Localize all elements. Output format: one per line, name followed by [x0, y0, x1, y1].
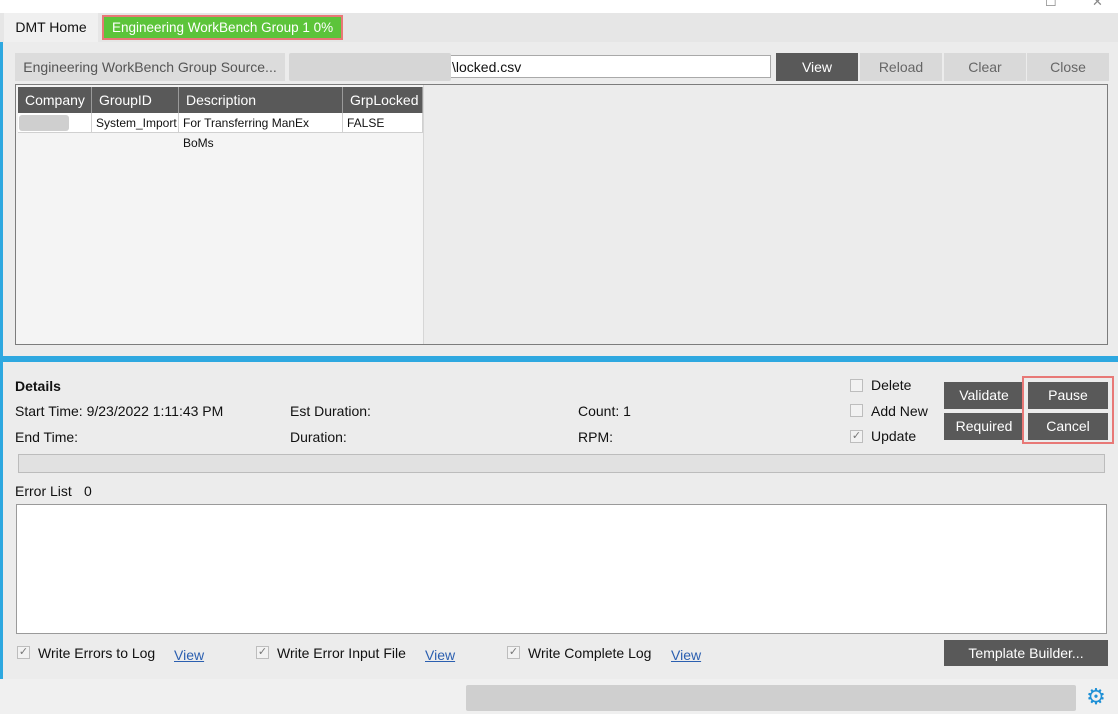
- status-redacted: [466, 685, 1076, 711]
- error-count: 0: [84, 483, 92, 499]
- highlight-box: [1022, 376, 1114, 444]
- write-error-input-checkbox[interactable]: ✓: [256, 646, 269, 659]
- add-new-checkbox[interactable]: [850, 404, 863, 417]
- write-error-input-label: Write Error Input File: [277, 645, 406, 661]
- start-time: Start Time: 9/23/2022 1:11:43 PM: [15, 403, 224, 419]
- rpm: RPM:: [578, 429, 613, 445]
- required-button[interactable]: Required: [944, 413, 1024, 440]
- count: Count: 1: [578, 403, 631, 419]
- company-redacted: [19, 115, 69, 131]
- delete-checkbox[interactable]: [850, 379, 863, 392]
- source-select-button[interactable]: Engineering WorkBench Group Source...: [15, 53, 285, 81]
- title-bar: ☐ ✕: [0, 0, 1118, 13]
- duration: Duration:: [290, 429, 347, 445]
- column-header-grplocked[interactable]: GrpLocked: [343, 87, 423, 113]
- add-new-label: Add New: [871, 403, 928, 419]
- table-cell-description[interactable]: For Transferring ManEx BoMs: [179, 113, 343, 150]
- clear-button[interactable]: Clear: [944, 53, 1026, 81]
- close-icon[interactable]: ✕: [1092, 0, 1103, 10]
- reload-button[interactable]: Reload: [860, 53, 942, 81]
- data-grid-frame: Company GroupID Description GrpLocked Sy…: [15, 84, 1108, 345]
- table-cell-groupid[interactable]: System_Import: [92, 113, 179, 133]
- maximize-icon[interactable]: ☐: [1045, 0, 1057, 10]
- write-error-input-view-link[interactable]: View: [425, 647, 455, 663]
- est-duration: Est Duration:: [290, 403, 371, 419]
- write-complete-view-link[interactable]: View: [671, 647, 701, 663]
- view-button[interactable]: View: [776, 53, 858, 81]
- close-button[interactable]: Close: [1027, 53, 1109, 81]
- path-redacted: [289, 53, 451, 81]
- validate-button[interactable]: Validate: [944, 382, 1024, 409]
- data-grid[interactable]: Company GroupID Description GrpLocked Sy…: [16, 85, 424, 344]
- error-list-label: Error List: [15, 483, 72, 499]
- template-builder-button[interactable]: Template Builder...: [944, 640, 1108, 666]
- write-errors-checkbox[interactable]: ✓: [17, 646, 30, 659]
- update-checkbox[interactable]: ✓: [850, 430, 863, 443]
- update-label: Update: [871, 428, 917, 444]
- write-complete-checkbox[interactable]: ✓: [507, 646, 520, 659]
- delete-label: Delete: [871, 377, 912, 393]
- details-heading: Details: [15, 378, 61, 394]
- tab-bar: DMT Home Engineering WorkBench Group 1 0…: [0, 13, 1118, 42]
- write-errors-label: Write Errors to Log: [38, 645, 156, 661]
- write-errors-view-link[interactable]: View: [174, 647, 204, 663]
- table-cell-grplocked[interactable]: FALSE: [343, 113, 423, 133]
- tab-engineering-workbench-group[interactable]: Engineering WorkBench Group 1 0%: [102, 15, 344, 40]
- tab-dmt-home[interactable]: DMT Home: [4, 13, 98, 42]
- end-time: End Time:: [15, 429, 79, 445]
- column-header-groupid[interactable]: GroupID: [92, 87, 179, 113]
- write-complete-label: Write Complete Log: [528, 645, 652, 661]
- column-header-description[interactable]: Description: [179, 87, 343, 113]
- progress-bar: [18, 454, 1105, 473]
- error-list[interactable]: [16, 504, 1107, 634]
- column-header-company[interactable]: Company: [18, 87, 92, 113]
- gear-icon[interactable]: ⚙: [1085, 686, 1107, 708]
